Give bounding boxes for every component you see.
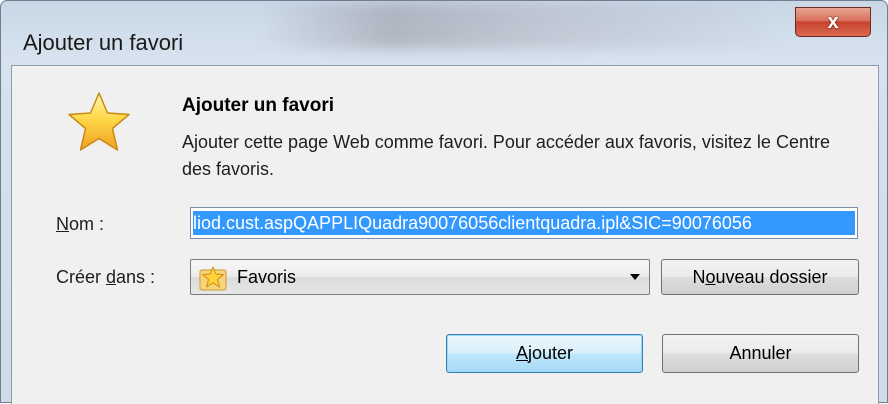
cancel-button[interactable]: Annuler: [662, 334, 859, 373]
name-input-value: liod.cust.aspQAPPLIQuadra90076056clientq…: [193, 213, 752, 233]
header-title: Ajouter un favori: [182, 95, 335, 116]
name-label: Nom :: [56, 214, 104, 235]
close-icon: x: [827, 11, 839, 33]
add-button[interactable]: Ajouter: [446, 334, 643, 373]
favorites-folder-star-icon: [199, 266, 227, 291]
create-in-label-post: ans :: [116, 267, 156, 287]
header-description: Ajouter cette page Web comme favori. Pou…: [182, 132, 830, 179]
favorites-star-icon: [68, 92, 130, 151]
name-label-accelerator: N: [56, 214, 69, 234]
new-folder-button[interactable]: Nouveau dossier: [661, 259, 859, 295]
create-in-label-pre: Créer: [56, 267, 107, 287]
create-in-label-accelerator: d: [106, 267, 117, 287]
name-label-text: om :: [69, 214, 105, 234]
add-favorite-dialog: Ajouter un favori x Ajouter un favori Aj…: [0, 0, 888, 404]
create-in-value: Favoris: [237, 267, 297, 287]
name-input[interactable]: liod.cust.aspQAPPLIQuadra90076056clientq…: [190, 207, 858, 239]
title-bar[interactable]: Ajouter un favori x: [1, 1, 887, 65]
window-title: Ajouter un favori: [23, 30, 184, 55]
add-label-text: jouter: [527, 343, 574, 363]
add-label-accelerator: A: [515, 343, 528, 363]
chevron-down-icon: [630, 274, 640, 280]
new-folder-label-post: uveau dossier: [715, 267, 828, 287]
create-in-label: Créer dans :: [56, 267, 155, 288]
new-folder-label-accelerator: o: [705, 267, 716, 287]
dialog-body: Ajouter un favori Ajouter cette page Web…: [11, 65, 879, 404]
close-button[interactable]: x: [795, 7, 871, 37]
create-in-dropdown[interactable]: Favoris: [190, 259, 650, 295]
new-folder-label-pre: N: [692, 267, 706, 287]
